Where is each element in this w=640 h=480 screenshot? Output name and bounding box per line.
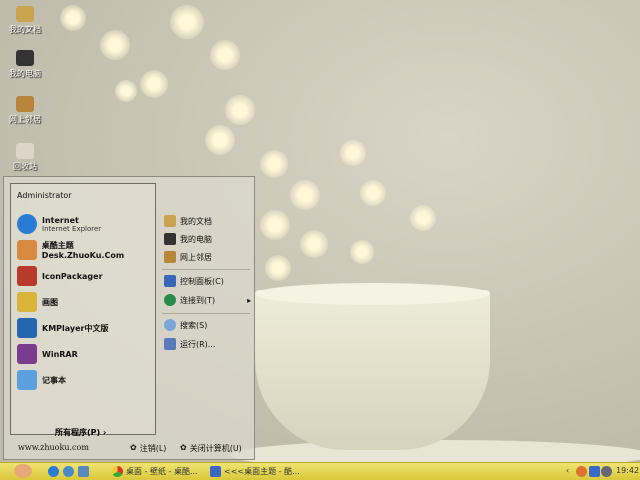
start-button[interactable] (14, 464, 32, 478)
zhuoku-icon (17, 240, 37, 260)
desktop-icon-my-computer[interactable]: 我的电脑 (4, 50, 46, 79)
chevron-left-icon: ‹ (566, 466, 570, 475)
all-programs-label: 所有程序(P) (55, 428, 101, 437)
divider (162, 269, 250, 270)
control-panel-icon (164, 275, 176, 287)
logoff-icon: ✿ (130, 443, 137, 452)
place-label: 搜索(S) (180, 320, 208, 330)
network-icon (164, 251, 176, 263)
icon-label: 我的文档 (9, 25, 41, 34)
task-button-document[interactable]: <<<桌面主题 - 酷... (210, 466, 300, 477)
document-icon (210, 466, 221, 477)
arrow-right-icon: › (102, 428, 107, 437)
desktop-icon-network[interactable]: 网上邻居 (4, 96, 46, 125)
qq-icon (576, 466, 587, 477)
website-text: www.zhuoku.com (18, 443, 89, 452)
program-sublabel: Internet Explorer (42, 224, 102, 233)
globe-icon (63, 466, 74, 477)
shield-icon (601, 466, 612, 477)
place-search[interactable]: 搜索(S) (164, 319, 207, 331)
place-run[interactable]: 运行(R)... (164, 338, 215, 350)
quicklaunch-desktop[interactable] (78, 466, 89, 477)
divider (162, 313, 250, 314)
place-label: 网上邻居 (180, 252, 212, 262)
chrome-icon (112, 466, 123, 477)
all-programs-button[interactable]: 所有程序(P) › (55, 427, 106, 438)
place-label: 我的文档 (180, 216, 212, 226)
place-connect-to[interactable]: 连接到(T) ▸ (164, 294, 251, 306)
program-label: 桌酷主题Desk.ZhuoKu.Com (41, 241, 125, 260)
show-desktop-icon (78, 466, 89, 477)
place-label: 我的电脑 (180, 234, 212, 244)
task-label: 桌面 - 壁纸 - 桌酷... (126, 467, 198, 476)
kmplayer-icon (17, 318, 37, 338)
taskbar: 桌面 - 壁纸 - 桌酷... <<<桌面主题 - 酷... ‹ 19:42 (0, 462, 640, 480)
programs-pane: Administrator Internet Internet Explorer … (10, 183, 156, 438)
tray-qq[interactable] (576, 466, 587, 477)
program-kmplayer[interactable]: KMPlayer中文版 (17, 318, 109, 338)
tray-security[interactable] (601, 466, 612, 477)
program-label: WinRAR (42, 349, 78, 359)
paint-icon (17, 292, 37, 312)
program-winrar[interactable]: WinRAR (17, 344, 78, 364)
icon-label: 网上邻居 (9, 115, 41, 124)
globe-icon (164, 294, 176, 306)
quicklaunch-browser[interactable] (63, 466, 74, 477)
task-label: <<<桌面主题 - 酷... (224, 467, 300, 476)
place-network[interactable]: 网上邻居 (164, 251, 212, 263)
logoff-button[interactable]: ✿ 注销(L) (130, 443, 166, 454)
folder-icon (16, 6, 34, 22)
program-paint[interactable]: 画图 (17, 292, 58, 312)
run-icon (164, 338, 176, 350)
shutdown-label: 关闭计算机(U) (189, 444, 242, 453)
recycle-bin-icon (16, 143, 34, 159)
notepad-icon (17, 370, 37, 390)
program-label: 画图 (42, 297, 58, 307)
program-internet-explorer[interactable]: Internet Internet Explorer (17, 214, 101, 234)
shutdown-icon: ✿ (180, 443, 187, 452)
network-icon (16, 96, 34, 112)
arrow-right-icon: ▸ (247, 295, 252, 305)
place-my-computer[interactable]: 我的电脑 (164, 233, 212, 245)
tray-network[interactable] (589, 466, 600, 477)
computer-icon (164, 233, 176, 245)
icon-label: 我的电脑 (9, 69, 41, 78)
iconpackager-icon (17, 266, 37, 286)
place-label: 连接到(T) (180, 295, 216, 305)
winrar-icon (17, 344, 37, 364)
cup (255, 290, 490, 450)
program-iconpackager[interactable]: IconPackager (17, 266, 103, 286)
shutdown-button[interactable]: ✿ 关闭计算机(U) (180, 443, 242, 454)
search-icon (164, 319, 176, 331)
program-notepad[interactable]: 记事本 (17, 370, 66, 390)
program-label: Internet (42, 215, 79, 225)
place-my-documents[interactable]: 我的文档 (164, 215, 212, 227)
clock[interactable]: 19:42 (616, 466, 639, 475)
user-name: Administrator (17, 191, 72, 200)
place-label: 控制面板(C) (180, 276, 224, 286)
internet-explorer-icon (17, 214, 37, 234)
place-label: 运行(R)... (180, 339, 216, 349)
desktop-icon-my-documents[interactable]: 我的文档 (4, 6, 46, 35)
heart-icon (14, 464, 32, 478)
program-label: KMPlayer中文版 (42, 323, 109, 333)
icon-label: 回收站 (13, 162, 37, 171)
program-label: 记事本 (42, 375, 66, 385)
place-control-panel[interactable]: 控制面板(C) (164, 275, 224, 287)
program-label: IconPackager (42, 271, 103, 281)
desktop-icon-recycle-bin[interactable]: 回收站 (4, 143, 46, 172)
task-button-chrome[interactable]: 桌面 - 壁纸 - 桌酷... (112, 466, 198, 477)
quicklaunch-ie[interactable] (48, 466, 59, 477)
start-menu: Administrator Internet Internet Explorer … (3, 176, 255, 460)
computer-icon (16, 50, 34, 66)
folder-icon (164, 215, 176, 227)
network-icon (589, 466, 600, 477)
tray-expand-button[interactable]: ‹ (566, 466, 569, 475)
internet-explorer-icon (48, 466, 59, 477)
logoff-label: 注销(L) (139, 444, 167, 453)
program-zhuoku[interactable]: 桌酷主题Desk.ZhuoKu.Com (17, 240, 155, 260)
